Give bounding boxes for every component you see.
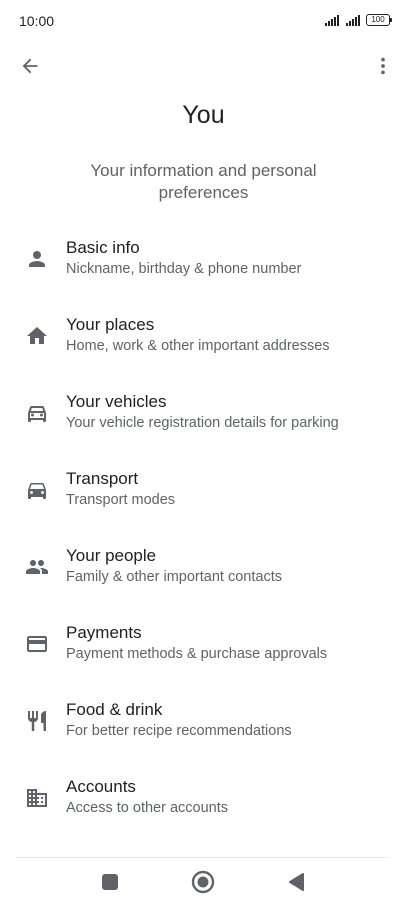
menu-item-accounts[interactable]: Accounts Access to other accounts (0, 771, 407, 848)
back-button[interactable] (16, 52, 44, 80)
menu-item-title: Accounts (66, 777, 136, 796)
menu-item-your-people[interactable]: Your people Family & other important con… (0, 540, 407, 617)
menu-item-description: Nickname, birthday & phone number (66, 261, 302, 277)
person-icon (22, 244, 52, 274)
triangle-back-icon (289, 873, 304, 891)
menu-item-title: Your places (66, 315, 155, 334)
status-bar: 10:00 100 (0, 0, 407, 44)
square-icon (102, 874, 118, 890)
menu-item-description: Payment methods & purchase approvals (66, 646, 328, 662)
menu-item-description: Transport modes (66, 492, 176, 508)
menu-item-payments[interactable]: Payments Payment methods & purchase appr… (0, 617, 407, 694)
app-bar (0, 44, 407, 88)
signal-icon (325, 14, 339, 26)
status-icons: 100 (325, 14, 392, 26)
arrow-back-icon (22, 58, 38, 74)
home-icon (22, 321, 52, 351)
battery-icon: 100 (366, 14, 392, 26)
menu-item-title: Basic info (66, 238, 140, 257)
menu-item-description: Family & other important contacts (66, 569, 282, 585)
menu-item-your-vehicles[interactable]: Your vehicles Your vehicle registration … (0, 386, 407, 463)
menu-item-description: Your vehicle registration details for pa… (66, 415, 339, 431)
status-time: 10:00 (19, 13, 55, 29)
menu-item-title: Transport (66, 469, 139, 488)
menu-item-description: Access to other accounts (66, 800, 228, 816)
system-nav-bar (0, 858, 407, 906)
menu-item-title: Your vehicles (66, 392, 167, 411)
building-icon (22, 783, 52, 813)
menu-item-description: Home, work & other important addresses (66, 338, 330, 354)
settings-menu: Basic info Nickname, birthday & phone nu… (0, 232, 407, 848)
menu-item-title: Food & drink (66, 700, 163, 719)
restaurant-icon (22, 706, 52, 736)
more-vert-icon (381, 57, 385, 75)
menu-item-title: Your people (66, 546, 157, 565)
menu-item-your-places[interactable]: Your places Home, work & other important… (0, 309, 407, 386)
back-nav-button[interactable] (282, 868, 310, 896)
page-subtitle: Your information and personal preference… (90, 161, 317, 202)
menu-item-transport[interactable]: Transport Transport modes (0, 463, 407, 540)
car-outline-icon (22, 398, 52, 428)
menu-item-description: For better recipe recommendations (66, 723, 292, 739)
more-options-button[interactable] (369, 52, 397, 80)
home-button[interactable] (189, 868, 217, 896)
menu-item-title: Payments (66, 623, 142, 642)
circle-icon (191, 870, 215, 894)
signal-icon (346, 14, 360, 26)
recents-button[interactable] (96, 868, 124, 896)
credit-card-icon (22, 629, 52, 659)
car-icon (22, 475, 52, 505)
people-icon (22, 552, 52, 582)
page-title: You (182, 101, 225, 129)
menu-item-food-drink[interactable]: Food & drink For better recipe recommend… (0, 694, 407, 771)
menu-item-basic-info[interactable]: Basic info Nickname, birthday & phone nu… (0, 232, 407, 309)
